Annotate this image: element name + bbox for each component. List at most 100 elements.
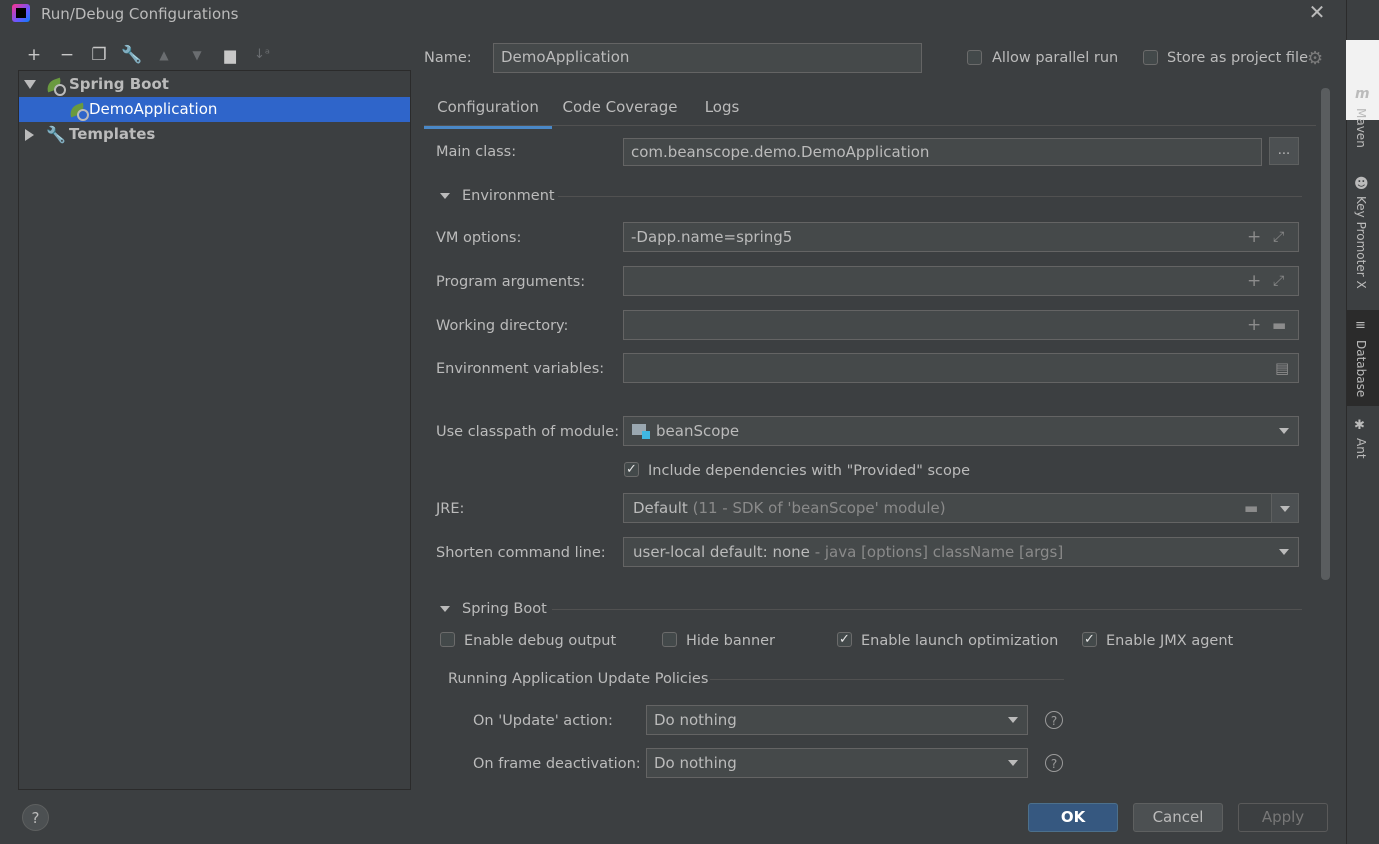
dropdown-arrow-icon[interactable] bbox=[1008, 717, 1018, 723]
database-icon: ≡ bbox=[1355, 318, 1366, 333]
new-folder-icon[interactable]: ▆ bbox=[219, 44, 241, 66]
folder-icon[interactable]: ▬ bbox=[1272, 312, 1286, 338]
jre-label: JRE: bbox=[436, 501, 465, 517]
sort-icon[interactable]: ↓ᵃ bbox=[251, 44, 273, 66]
include-dependencies-label: Include dependencies with "Provided" sco… bbox=[648, 463, 971, 479]
help-button[interactable]: ? bbox=[22, 804, 49, 831]
add-icon[interactable]: + bbox=[1247, 312, 1261, 338]
copy-icon[interactable]: ❐ bbox=[88, 44, 110, 66]
apply-button[interactable]: Apply bbox=[1238, 803, 1328, 832]
tab-logs[interactable]: Logs bbox=[690, 92, 754, 126]
ok-button[interactable]: OK bbox=[1028, 803, 1118, 832]
help-icon[interactable]: ? bbox=[1045, 711, 1063, 729]
tab-code-coverage[interactable]: Code Coverage bbox=[556, 92, 684, 126]
dropdown-arrow-icon[interactable] bbox=[1279, 428, 1289, 434]
hide-banner-checkbox[interactable] bbox=[662, 632, 677, 647]
tree-node-spring-boot[interactable]: Spring Boot bbox=[19, 72, 410, 97]
gear-icon[interactable]: ⚙ bbox=[1307, 48, 1323, 69]
window-title: Run/Debug Configurations bbox=[41, 5, 239, 23]
enable-debug-checkbox[interactable] bbox=[440, 632, 455, 647]
tool-tab-key-promoter[interactable]: ☻ Key Promoter X bbox=[1346, 176, 1379, 296]
section-divider bbox=[710, 679, 1064, 680]
help-icon[interactable]: ? bbox=[1045, 754, 1063, 772]
on-update-label: On 'Update' action: bbox=[473, 713, 613, 729]
add-icon[interactable]: + bbox=[1247, 224, 1261, 250]
program-arguments-input[interactable] bbox=[623, 266, 1299, 296]
name-input[interactable]: DemoApplication bbox=[493, 43, 922, 73]
name-label: Name: bbox=[424, 50, 472, 66]
add-icon[interactable]: + bbox=[1247, 268, 1261, 294]
jre-dropdown-button[interactable] bbox=[1271, 493, 1299, 523]
folder-icon[interactable]: ▬ bbox=[1244, 495, 1258, 521]
tab-divider bbox=[424, 125, 1316, 126]
shorten-hint: - java [options] className [args] bbox=[814, 543, 1064, 561]
enable-jmx-checkbox[interactable]: ✓ bbox=[1082, 632, 1097, 647]
dropdown-arrow-icon[interactable] bbox=[1279, 549, 1289, 555]
tool-tab-ant[interactable]: ✱ Ant bbox=[1346, 418, 1379, 468]
intellij-logo-icon bbox=[12, 4, 30, 22]
include-dependencies-checkbox[interactable]: ✓ bbox=[624, 462, 639, 477]
scrollbar[interactable] bbox=[1321, 88, 1330, 580]
working-directory-input[interactable] bbox=[623, 310, 1299, 340]
tree-node-templates[interactable]: 🔧 Templates bbox=[19, 122, 410, 147]
jre-combo[interactable]: Default (11 - SDK of 'beanScope' module) bbox=[623, 493, 1272, 523]
store-project-label: Store as project file bbox=[1167, 50, 1308, 66]
update-policies-title: Running Application Update Policies bbox=[448, 671, 709, 687]
spring-boot-gear-icon bbox=[77, 109, 89, 121]
expand-icon[interactable]: ⤢ bbox=[1273, 268, 1284, 294]
vm-options-label: VM options: bbox=[436, 230, 522, 246]
tree-node-label: Spring Boot bbox=[69, 75, 169, 93]
tool-tab-database[interactable]: ≡ Database bbox=[1346, 310, 1379, 406]
tool-tab-label: Database bbox=[1354, 340, 1368, 398]
environment-section-title: Environment bbox=[462, 188, 555, 204]
on-update-select[interactable]: Do nothing bbox=[646, 705, 1028, 735]
tree-node-label: Templates bbox=[69, 125, 156, 143]
cancel-button[interactable]: Cancel bbox=[1133, 803, 1223, 832]
expand-arrow-icon[interactable] bbox=[24, 80, 36, 89]
hide-banner-label: Hide banner bbox=[686, 633, 776, 649]
enable-launch-optimization-checkbox[interactable]: ✓ bbox=[837, 632, 852, 647]
dropdown-arrow-icon[interactable] bbox=[1008, 760, 1018, 766]
classpath-select[interactable]: beanScope bbox=[623, 416, 1299, 446]
collapse-arrow-icon[interactable] bbox=[440, 606, 450, 612]
environment-variables-label: Environment variables: bbox=[436, 361, 605, 377]
expand-icon[interactable]: ⤢ bbox=[1273, 224, 1284, 250]
jre-value: Default bbox=[633, 499, 688, 517]
tool-tab-label: Ant bbox=[1354, 438, 1368, 459]
program-arguments-label: Program arguments: bbox=[436, 274, 586, 290]
collapse-arrow-icon[interactable] bbox=[440, 193, 450, 199]
tree-node-label: DemoApplication bbox=[89, 100, 218, 118]
add-icon[interactable]: + bbox=[23, 44, 45, 66]
wrench-icon: 🔧 bbox=[46, 125, 66, 144]
move-down-icon[interactable]: ▼ bbox=[186, 44, 208, 66]
document-icon[interactable]: ▤ bbox=[1275, 355, 1289, 381]
browse-button[interactable]: ... bbox=[1269, 137, 1299, 165]
move-up-icon[interactable]: ▲ bbox=[153, 44, 175, 66]
tree-node-demo-application[interactable]: DemoApplication bbox=[19, 97, 410, 122]
enable-launch-optimization-label: Enable launch optimization bbox=[861, 633, 1059, 649]
remove-icon[interactable]: − bbox=[56, 44, 78, 66]
shorten-command-line-label: Shorten command line: bbox=[436, 545, 606, 561]
wrench-icon[interactable]: 🔧 bbox=[121, 44, 143, 66]
on-frame-deactivation-select[interactable]: Do nothing bbox=[646, 748, 1028, 778]
maven-icon: m bbox=[1355, 86, 1370, 102]
shorten-command-line-select[interactable]: user-local default: none - java [options… bbox=[623, 537, 1299, 567]
environment-variables-input[interactable] bbox=[623, 353, 1299, 383]
shorten-value: user-local default: none bbox=[633, 543, 810, 561]
store-project-checkbox[interactable] bbox=[1143, 50, 1158, 65]
expand-arrow-icon[interactable] bbox=[25, 129, 34, 141]
close-icon[interactable]: ✕ bbox=[1307, 2, 1327, 22]
tool-tab-label: Maven bbox=[1354, 108, 1368, 148]
module-badge-icon bbox=[642, 431, 650, 439]
tab-configuration[interactable]: Configuration bbox=[424, 92, 552, 129]
allow-parallel-checkbox[interactable] bbox=[967, 50, 982, 65]
title-bar: Run/Debug Configurations ✕ bbox=[0, 0, 1346, 28]
ant-icon: ✱ bbox=[1354, 418, 1365, 433]
main-class-input[interactable]: com.beanscope.demo.DemoApplication bbox=[623, 138, 1262, 166]
configuration-tree[interactable]: Spring Boot DemoApplication 🔧 Templates bbox=[18, 70, 411, 790]
spring-boot-gear-icon bbox=[54, 84, 66, 96]
spring-boot-section-title: Spring Boot bbox=[462, 601, 547, 617]
key-promoter-icon: ☻ bbox=[1354, 176, 1369, 192]
vm-options-input[interactable]: -Dapp.name=spring5 bbox=[623, 222, 1299, 252]
tool-tab-maven[interactable]: m Maven bbox=[1346, 86, 1379, 152]
